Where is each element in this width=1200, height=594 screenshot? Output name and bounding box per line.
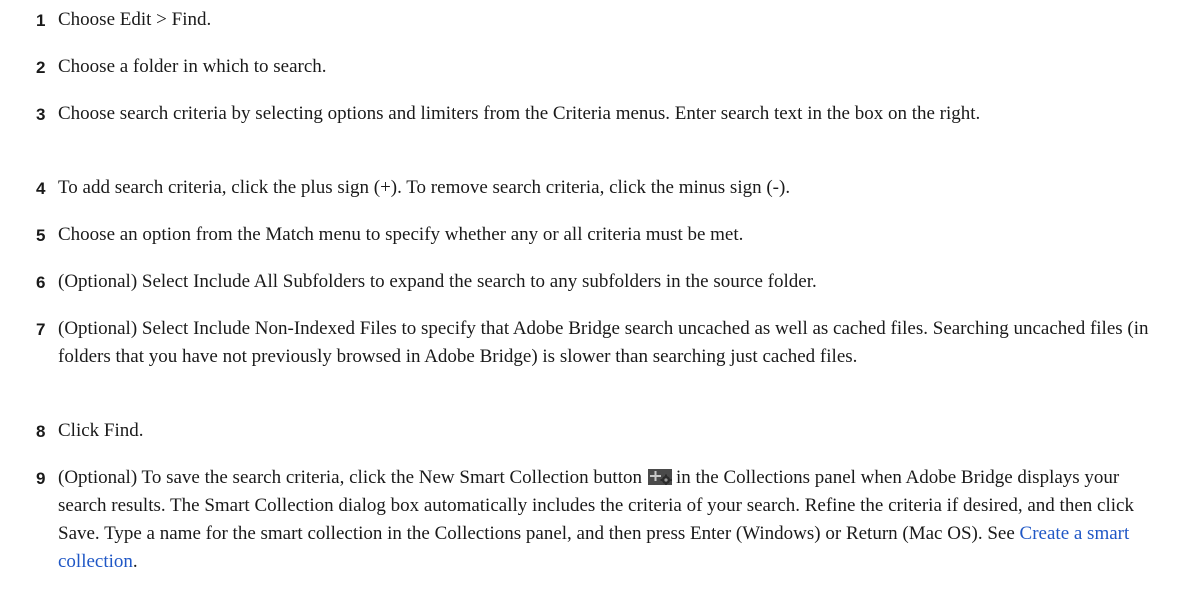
instructions-document: 1 Choose Edit > Find. 2 Choose a folder … [0, 0, 1200, 594]
new-smart-collection-icon [647, 469, 672, 485]
step-number: 6 [36, 273, 46, 292]
step-3: 3 Choose search criteria by selecting op… [36, 100, 1166, 129]
step-text: Choose an option from the Match menu to … [58, 224, 744, 245]
step-8: 8 Click Find. [36, 417, 1166, 446]
step-number: 3 [36, 105, 46, 124]
step-number: 5 [36, 226, 46, 245]
step-number: 9 [36, 469, 46, 488]
step-text: To add search criteria, click the plus s… [58, 177, 791, 198]
step-7: 7 (Optional) Select Include Non-Indexed … [36, 315, 1166, 371]
step-text: Choose a folder in which to search. [58, 56, 327, 77]
step-5: 5 Choose an option from the Match menu t… [36, 221, 1166, 250]
step-text: (Optional) To save the search criteria, … [58, 464, 1166, 576]
step-text-before-icon: (Optional) To save the search criteria, … [58, 467, 642, 488]
step-9: 9 (Optional) To save the search criteria… [36, 464, 1166, 576]
step-1: 1 Choose Edit > Find. [36, 6, 1166, 35]
step-text: Choose search criteria by selecting opti… [58, 103, 981, 124]
step-text: (Optional) Select Include Non-Indexed Fi… [58, 318, 1149, 367]
step-number: 7 [36, 320, 46, 339]
step-text: Click Find. [58, 420, 144, 441]
step-text: (Optional) Select Include All Subfolders… [58, 271, 817, 292]
step-trailing-period: . [132, 551, 138, 572]
step-number: 4 [36, 179, 46, 198]
step-2: 2 Choose a folder in which to search. [36, 53, 1166, 82]
step-6: 6 (Optional) Select Include All Subfolde… [36, 268, 1166, 297]
step-number: 2 [36, 58, 46, 77]
step-4: 4 To add search criteria, click the plus… [36, 174, 1166, 203]
step-number: 8 [36, 422, 46, 441]
step-text: Choose Edit > Find. [58, 9, 212, 30]
step-number: 1 [36, 11, 46, 30]
